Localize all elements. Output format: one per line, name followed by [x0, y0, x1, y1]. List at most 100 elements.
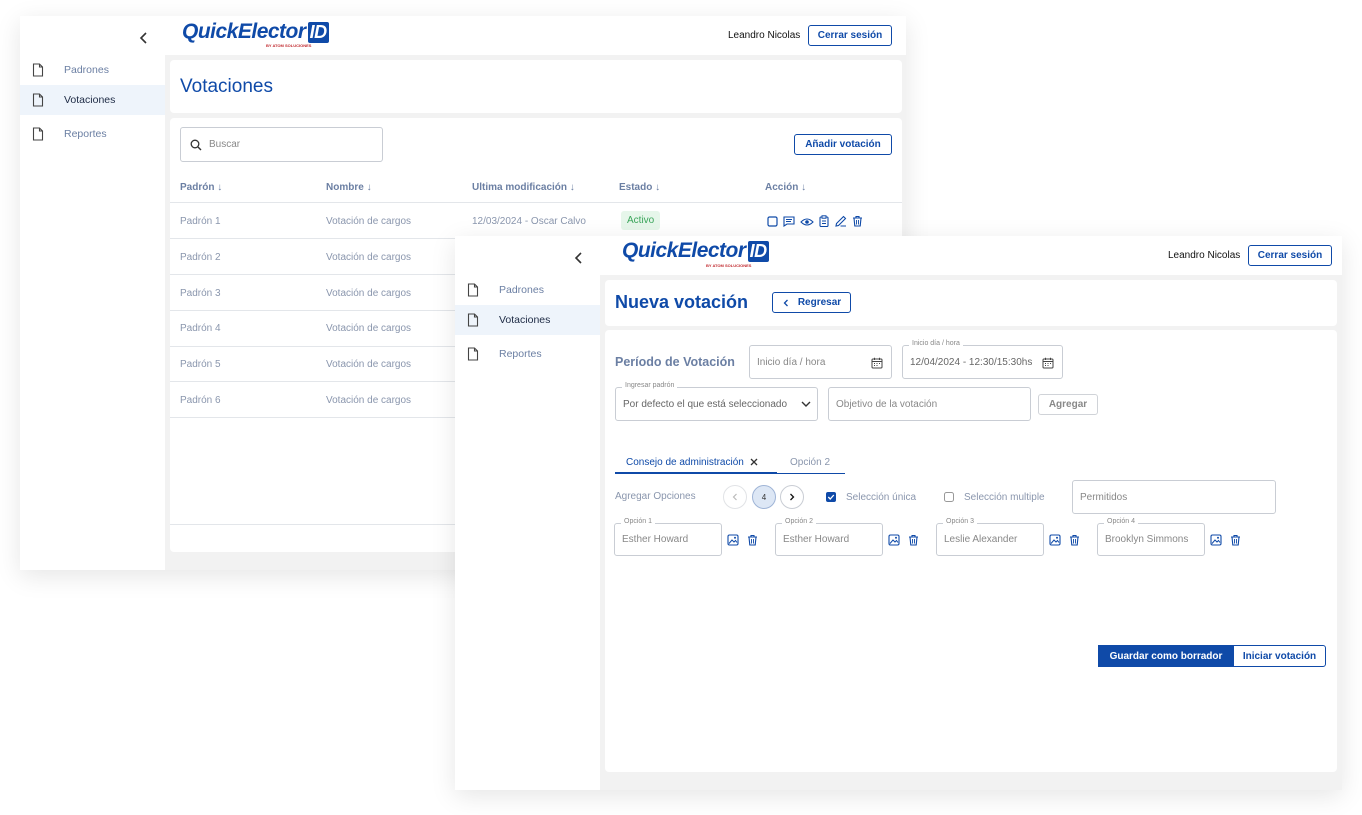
table-cell-nombre: Votación de cargos: [326, 323, 412, 334]
clipboard-icon[interactable]: [819, 215, 829, 227]
tab-label: Consejo de administración: [626, 456, 744, 468]
brand-name: QuickElector: [622, 239, 746, 262]
table-cell-padron: Padrón 2: [180, 252, 221, 263]
start-vote-button[interactable]: Iniciar votación: [1233, 645, 1326, 667]
objective-placeholder: Objetivo de la votación: [836, 398, 938, 410]
table-cell-nombre: Votación de cargos: [326, 359, 412, 370]
sidebar-item-votaciones[interactable]: Votaciones: [20, 85, 165, 115]
trash-icon[interactable]: [1230, 534, 1241, 546]
page-title-card: Votaciones: [170, 60, 902, 113]
objective-input[interactable]: Objetivo de la votación: [828, 387, 1031, 421]
edit-icon[interactable]: [835, 215, 847, 227]
column-header-padron[interactable]: Padrón ↓: [180, 182, 222, 193]
sidebar-item-padrones[interactable]: Padrones: [455, 275, 600, 305]
padron-select[interactable]: Ingresar padrón Por defecto el que está …: [615, 382, 818, 421]
start-datetime-label: Inicio día / hora: [909, 340, 963, 347]
brand-logo[interactable]: QuickElector ID BY ATOM SOLUCIONES: [182, 20, 329, 52]
chevron-left-icon: [783, 299, 788, 306]
search-input[interactable]: Buscar: [180, 127, 383, 162]
brand-tagline: BY ATOM SOLUCIONES: [706, 263, 752, 268]
table-cell-padron: Padrón 6: [180, 395, 221, 406]
table-cell-padron: Padrón 4: [180, 323, 221, 334]
calendar-icon[interactable]: [871, 357, 883, 369]
add-votacion-button[interactable]: Añadir votación: [794, 134, 892, 155]
sidebar-item-reportes[interactable]: Reportes: [20, 119, 165, 149]
column-header-modificacion[interactable]: Ultima modificación ↓: [472, 182, 575, 193]
document-icon: [467, 283, 479, 297]
add-options-label: Agregar Opciones: [615, 491, 696, 502]
sidebar-item-votaciones[interactable]: Votaciones: [455, 305, 600, 335]
column-header-estado[interactable]: Estado ↓: [619, 182, 660, 193]
options-count: 4: [752, 485, 776, 509]
brand-id-mark: ID: [747, 240, 769, 262]
document-icon: [467, 313, 479, 327]
brand-logo[interactable]: QuickElector ID BY ATOM SOLUCIONES: [622, 239, 769, 273]
page-title: Nueva votación: [615, 292, 749, 312]
option-input-3[interactable]: Opción 3 Leslie Alexander: [936, 518, 1044, 556]
sidebar-item-label: Reportes: [64, 128, 107, 140]
page-title: Votaciones: [180, 76, 273, 97]
table-cell-nombre: Votación de cargos: [326, 288, 412, 299]
comment-icon[interactable]: [783, 216, 795, 227]
eye-icon[interactable]: [800, 217, 814, 227]
top-header: QuickElector ID BY ATOM SOLUCIONES Leand…: [165, 16, 906, 55]
option-input-2[interactable]: Opción 2 Esther Howard: [775, 518, 883, 556]
trash-icon[interactable]: [1069, 534, 1080, 546]
status-badge: Activo: [621, 211, 661, 230]
chevron-left-icon[interactable]: [136, 30, 152, 46]
image-icon[interactable]: [727, 534, 739, 546]
start-datetime-input[interactable]: Inicio día / hora: [749, 345, 892, 379]
table-cell-padron: Padrón 3: [180, 288, 221, 299]
image-icon[interactable]: [1049, 534, 1061, 546]
tab-consejo[interactable]: Consejo de administración: [615, 452, 777, 474]
sidebar-item-label: Votaciones: [64, 94, 116, 106]
image-icon[interactable]: [888, 534, 900, 546]
trash-icon[interactable]: [747, 534, 758, 546]
trash-icon[interactable]: [908, 534, 919, 546]
sidebar-item-label: Padrones: [64, 64, 109, 76]
option-label: Opción 3: [943, 518, 978, 525]
tab-opcion-2[interactable]: Opción 2: [777, 452, 845, 474]
search-placeholder: Buscar: [209, 139, 241, 150]
sidebar-item-padrones[interactable]: Padrones: [20, 55, 165, 85]
sidebar: Padrones Votaciones Reportes: [20, 16, 165, 570]
user-name: Leandro Nicolas: [728, 30, 801, 41]
allowed-placeholder: Permitidos: [1080, 491, 1128, 503]
document-icon: [32, 63, 44, 77]
brand-tagline: BY ATOM SOLUCIONES: [266, 43, 312, 48]
document-icon: [467, 347, 479, 361]
single-selection-checkbox[interactable]: [826, 492, 836, 502]
column-header-accion[interactable]: Acción ↓: [765, 182, 806, 193]
option-input-1[interactable]: Opción 1 Esther Howard: [614, 518, 722, 556]
back-button[interactable]: Regresar: [772, 292, 851, 313]
column-header-nombre[interactable]: Nombre ↓: [326, 182, 372, 193]
add-button[interactable]: Agregar: [1038, 394, 1098, 415]
back-label: Regresar: [797, 297, 842, 308]
allowed-input[interactable]: Permitidos: [1072, 480, 1276, 514]
image-icon[interactable]: [1210, 534, 1222, 546]
option-value: Esther Howard: [622, 534, 689, 545]
table-cell-padron: Padrón 5: [180, 359, 221, 370]
multiple-selection-checkbox[interactable]: [944, 492, 954, 502]
option-input-4[interactable]: Opción 4 Brooklyn Simmons: [1097, 518, 1205, 556]
table-cell-nombre: Votación de cargos: [326, 216, 412, 227]
start-datetime-input-filled[interactable]: Inicio día / hora 12/04/2024 - 12:30/15:…: [902, 340, 1063, 379]
calendar-icon[interactable]: [1042, 357, 1054, 369]
save-draft-button[interactable]: Guardar como borrador: [1098, 645, 1234, 667]
chevron-right-icon: [790, 493, 795, 501]
close-icon[interactable]: [750, 458, 758, 466]
checkbox-icon[interactable]: [767, 216, 778, 227]
logout-button[interactable]: Cerrar sesión: [808, 25, 892, 46]
trash-icon[interactable]: [852, 215, 863, 227]
chevron-left-icon[interactable]: [571, 250, 587, 266]
sidebar-item-reportes[interactable]: Reportes: [455, 339, 600, 369]
options-prev-button[interactable]: [723, 485, 747, 509]
form-card: Período de Votación Inicio día / hora In…: [605, 330, 1337, 772]
page-title-card: Nueva votación Regresar: [605, 280, 1337, 326]
user-name: Leandro Nicolas: [1168, 250, 1241, 261]
option-label: Opción 4: [1104, 518, 1139, 525]
option-value: Brooklyn Simmons: [1105, 534, 1189, 545]
logout-button[interactable]: Cerrar sesión: [1248, 245, 1332, 266]
options-next-button[interactable]: [780, 485, 804, 509]
document-icon: [32, 127, 44, 141]
